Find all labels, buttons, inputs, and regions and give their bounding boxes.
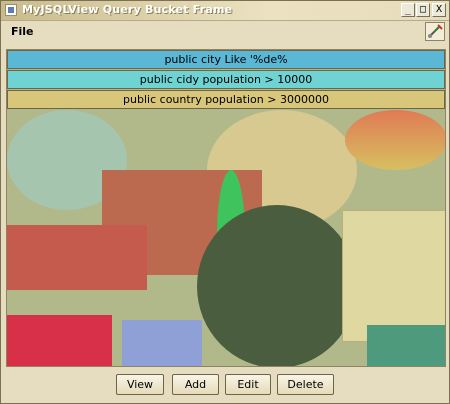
close-button[interactable]: X <box>432 3 446 17</box>
query-bucket-window: MyJSQLView Query Bucket Frame _ □ X File <box>0 0 450 404</box>
query-item-label: public city Like '%de% <box>164 53 288 66</box>
minimize-button[interactable]: _ <box>401 3 415 17</box>
background-shape <box>7 225 147 290</box>
view-button[interactable]: View <box>116 374 164 395</box>
background-shape <box>367 325 445 366</box>
query-bucket-list: public city Like '%de% public cidy popul… <box>6 49 446 367</box>
delete-button[interactable]: Delete <box>277 374 334 395</box>
query-item[interactable]: public cidy population > 10000 <box>7 70 445 89</box>
background-shape <box>342 210 445 342</box>
query-item[interactable]: public city Like '%de% <box>7 50 445 69</box>
menu-file[interactable]: File <box>11 25 34 38</box>
button-panel: View Add Edit Delete <box>1 369 449 403</box>
query-item[interactable]: public country population > 3000000 <box>7 90 445 109</box>
app-icon <box>5 4 17 16</box>
background-shape <box>122 320 202 366</box>
query-item-label: public cidy population > 10000 <box>139 73 313 86</box>
background-shape <box>345 110 445 170</box>
plug-connect-icon[interactable] <box>425 22 445 41</box>
background-shape <box>7 315 112 366</box>
menu-bar: File <box>1 21 449 42</box>
query-item-label: public country population > 3000000 <box>123 93 329 106</box>
title-bar[interactable]: MyJSQLView Query Bucket Frame _ □ X <box>1 1 449 21</box>
background-shape <box>197 205 357 366</box>
add-button[interactable]: Add <box>172 374 219 395</box>
window-title: MyJSQLView Query Bucket Frame <box>22 3 233 16</box>
edit-button[interactable]: Edit <box>225 374 271 395</box>
maximize-button[interactable]: □ <box>416 3 430 17</box>
